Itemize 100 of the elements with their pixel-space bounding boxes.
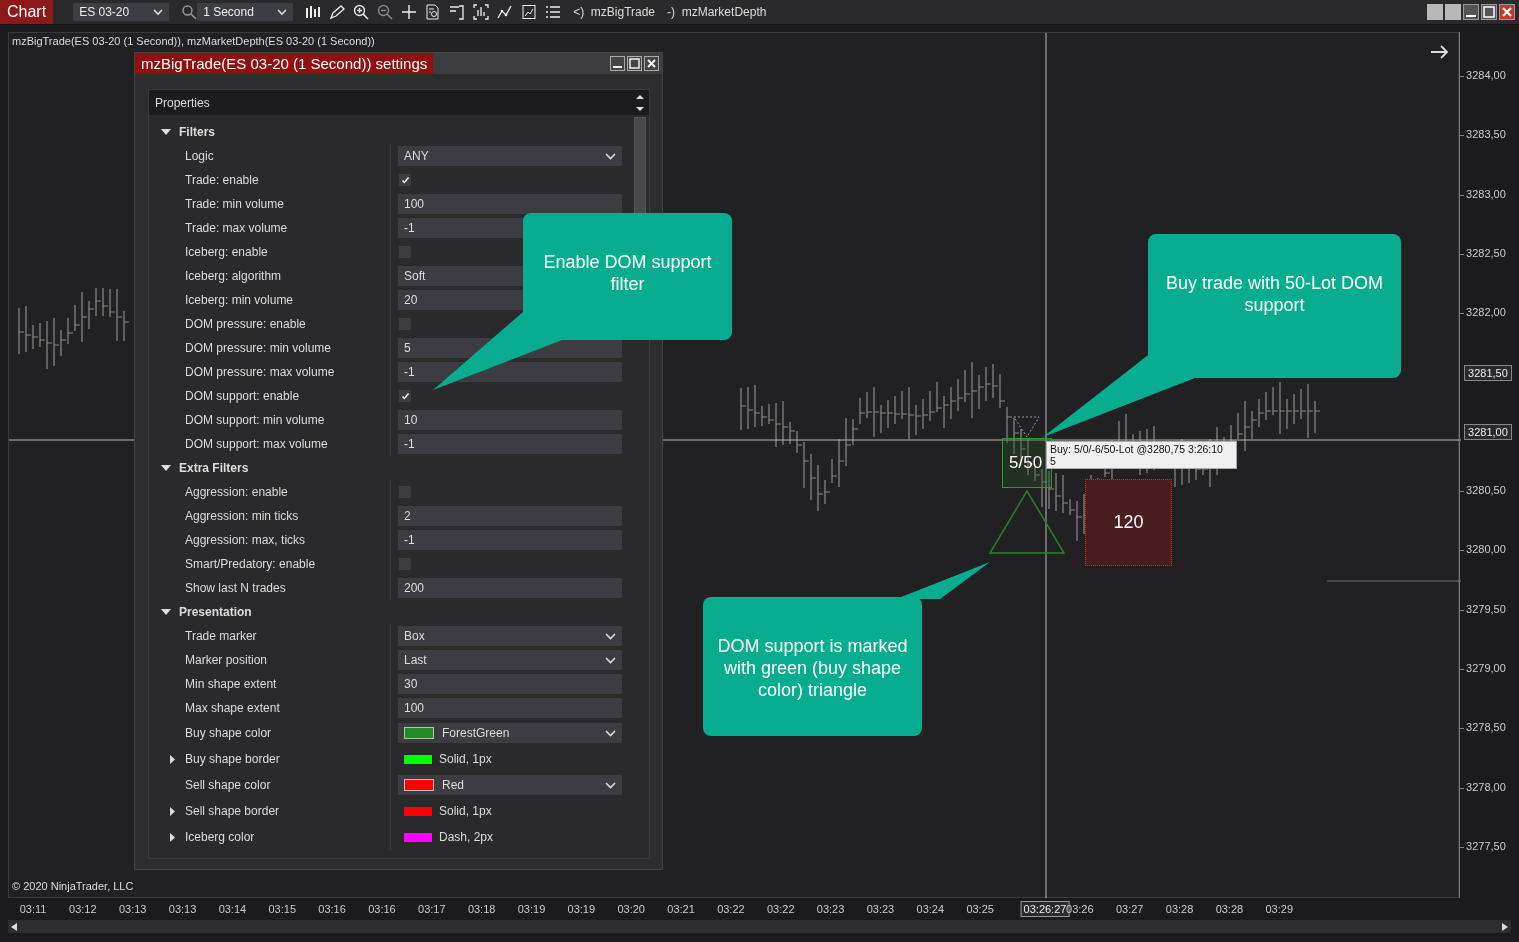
input-field[interactable]: 2 [398,506,622,526]
time-label: 03:23 [816,903,845,915]
search-icon[interactable] [181,4,198,20]
dropdown-field[interactable]: ANY [398,146,622,166]
caret-icon [153,8,164,16]
time-label: 03:14 [218,903,247,915]
stroke-value: Dash, 2px [439,830,494,844]
price-label: 3278,50 [1460,721,1506,734]
time-label: 03:29 [1265,903,1293,915]
indicator-label[interactable]: <) mzBigTrade [573,5,656,19]
scroll-arrows-icon[interactable] [636,92,644,113]
price-label: 3283,50 [1460,128,1506,141]
time-label: 03:16 [318,903,346,915]
time-label: 03:22 [767,903,795,915]
time-label: 03:23 [866,903,895,915]
line-chart-icon[interactable] [497,4,514,20]
time-label: 03:28 [1215,903,1244,915]
arrow-icon[interactable] [1430,45,1449,59]
property-label: Iceberg: algorithm [185,269,282,283]
list-icon[interactable] [545,4,562,20]
caret-icon [605,729,616,737]
minimize-icon[interactable] [610,56,625,71]
minimize-icon[interactable] [1463,4,1479,20]
time-label: 03:13 [168,903,197,915]
zoom-in-icon[interactable] [353,4,370,20]
property-label: Iceberg: enable [185,245,268,259]
scroll-right-icon[interactable] [1502,922,1508,931]
time-label: 03:17 [418,903,446,915]
property-label: Iceberg color [185,830,255,844]
indicators-icon[interactable] [449,4,466,20]
color-dropdown[interactable]: ForestGreen [398,723,622,743]
time-label: 03:11 [19,903,47,915]
properties-header: Properties [155,95,210,110]
price-label: 3277,50 [1460,839,1506,852]
dropdown-field[interactable]: Box [398,626,622,646]
bar-type-icon[interactable] [305,4,322,20]
input-field[interactable]: 30 [398,674,622,694]
input-field[interactable]: 100 [398,698,622,718]
maximize-icon[interactable] [627,56,642,71]
property-label: Buy shape color [185,726,272,740]
time-label: 03:26 [1066,903,1094,915]
property-label: DOM support: min volume [185,413,325,427]
horizontal-scrollbar[interactable] [8,920,1511,933]
close-icon[interactable] [644,56,659,71]
expand-icon[interactable] [161,127,171,137]
instrument-dropdown[interactable]: ES 03-20 [73,3,170,21]
property-label: Aggression: max, ticks [185,533,306,547]
tooltip-text: 5 [1050,455,1057,467]
property-label: DOM pressure: max volume [185,365,335,379]
time-label: 03:16 [368,903,396,915]
color-dropdown[interactable]: Red [398,775,622,795]
checkbox[interactable] [399,174,411,186]
property-label: Trade: min volume [185,197,284,211]
input-field[interactable]: -1 [398,434,622,454]
property-label: Trade marker [185,629,257,643]
data-box-icon[interactable] [425,4,442,20]
caret-icon [605,781,616,789]
chart-title: mzBigTrade(ES 03-20 (1 Second)), mzMarketDepth(ES 03-20 (1 Second)) [12,35,375,47]
time-label: 03:20 [617,903,645,915]
property-label: Aggression: enable [185,485,288,499]
zoom-out-icon[interactable] [377,4,394,20]
pencil-icon[interactable] [329,4,346,20]
input-field[interactable]: 200 [398,578,622,598]
maximize-icon[interactable] [1481,4,1497,20]
crosshair-icon[interactable] [401,4,418,20]
input-field[interactable]: 100 [398,194,622,214]
chart-bars-icon[interactable] [473,4,490,20]
caret-icon [605,632,616,640]
indicator-label[interactable]: -) mzMarketDepth [667,5,767,19]
tooltip-text: Buy: 5/0/-6/50-Lot @3280,75 3:26:10 [1050,443,1224,455]
callout-text: Buy trade with 50-Lot DOM support [1164,272,1385,317]
expand-icon[interactable] [161,463,171,473]
copyright-text: © 2020 NinjaTrader, LLC [12,880,134,892]
time-label: 03:18 [467,903,496,915]
property-label: DOM support: enable [185,389,300,403]
caret-icon [605,152,616,160]
property-label: Smart/Predatory: enable [185,557,316,571]
time-label: 03:13 [118,903,147,915]
expand-icon[interactable] [161,607,171,617]
interval-dropdown[interactable]: 1 Second [197,3,294,21]
time-label: 03:15 [268,903,296,915]
callout-text: DOM support is marked with green (buy shape color) triangle [716,635,909,702]
section-title: Presentation [179,605,252,619]
expand-icon[interactable] [170,754,176,764]
expand-icon[interactable] [170,832,176,842]
checkbox[interactable] [399,390,411,402]
chart-tab[interactable]: Chart [0,0,54,24]
input-field[interactable]: -1 [398,530,622,550]
expand-icon[interactable] [170,806,176,816]
scroll-left-icon[interactable] [11,922,17,931]
property-label: Trade: max volume [185,221,288,235]
time-label: 03:19 [567,903,596,915]
price-label: 3282,00 [1460,306,1506,319]
property-label: Sell shape color [185,778,271,792]
input-field[interactable]: 10 [398,410,622,430]
strategy-icon[interactable] [521,4,538,20]
dropdown-field[interactable]: Last [398,650,622,670]
property-label: Aggression: min ticks [185,509,299,523]
dialog-title: mzBigTrade(ES 03-20 (1 Second)) settings [135,53,434,74]
close-icon[interactable] [1499,4,1515,20]
